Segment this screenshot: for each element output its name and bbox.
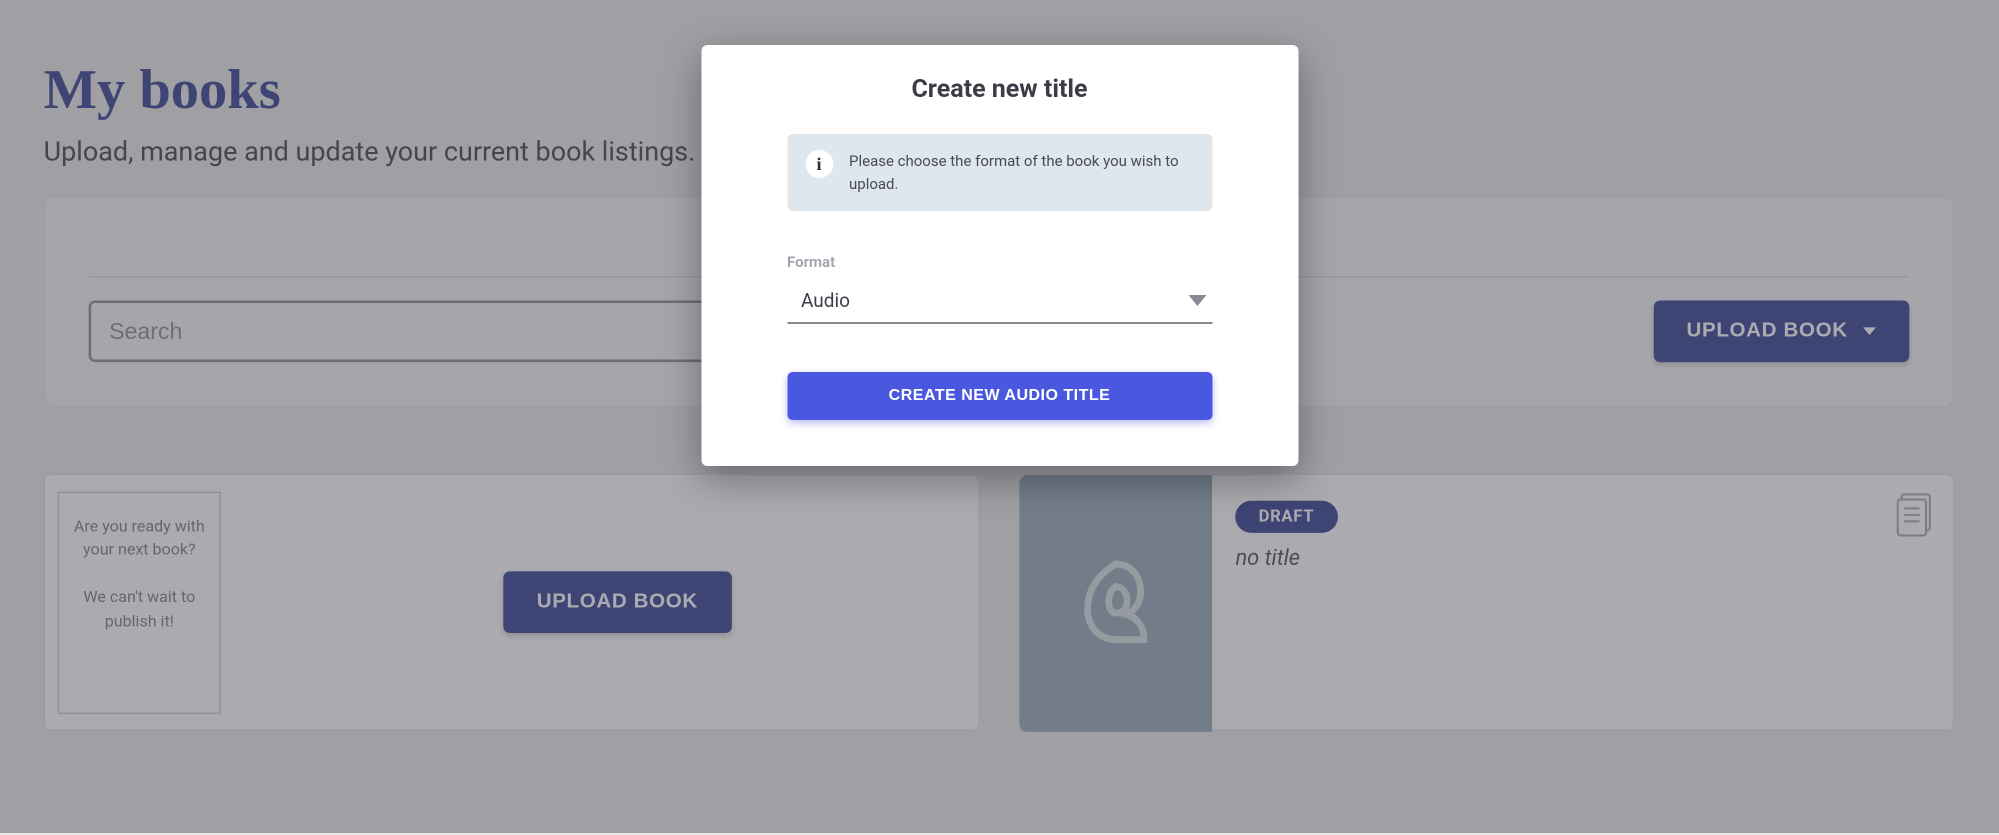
format-value: Audio [801,289,850,312]
chevron-down-icon [1188,295,1206,306]
info-icon: i [805,150,833,178]
modal-title: Create new title [787,75,1212,104]
create-title-modal: Create new title i Please choose the for… [701,45,1298,466]
format-select[interactable]: Audio [787,283,1212,324]
create-title-button[interactable]: CREATE NEW AUDIO TITLE [787,372,1212,420]
info-text: Please choose the format of the book you… [849,150,1194,195]
format-label: Format [787,253,1212,271]
info-box: i Please choose the format of the book y… [787,134,1212,211]
